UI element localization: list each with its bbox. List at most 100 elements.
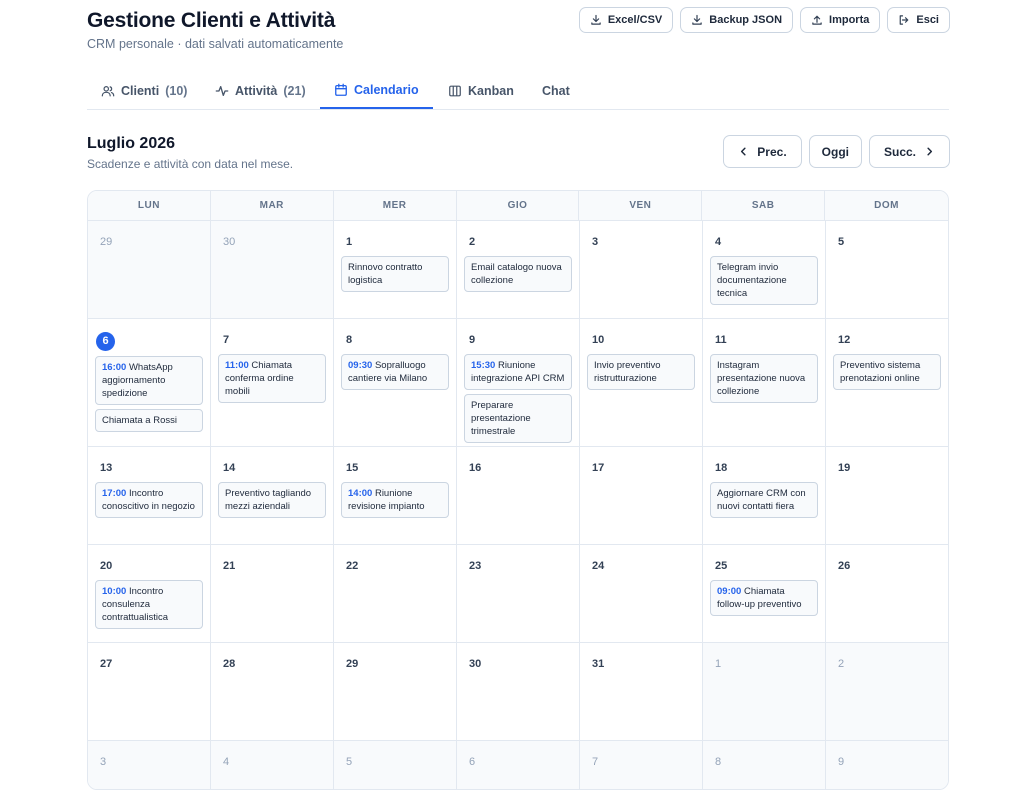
event-time: 16:00 (102, 361, 127, 373)
day-cell[interactable]: 26 (826, 544, 948, 642)
day-cell[interactable]: 22 (334, 544, 457, 642)
export-csv-button[interactable]: Excel/CSV (578, 7, 674, 33)
day-cell[interactable]: 1 Rinnovo contratto logistica (334, 220, 457, 318)
day-cell[interactable]: 7 11:00 Chiamata conferma ordine mobili (211, 318, 334, 446)
day-cell[interactable]: 2 (826, 642, 948, 740)
day-cell[interactable]: 19 (826, 446, 948, 544)
day-cell[interactable]: 9 15:30 Riunione integrazione API CRM Prep… (457, 318, 580, 446)
day-cell[interactable]: 4 Telegram invio documentazione tecnica (703, 220, 826, 318)
calendar-event[interactable]: Instagram presentazione nuova collezione (710, 354, 818, 403)
calendar-event[interactable]: Aggiornare CRM con nuovi contatti fiera (710, 482, 818, 518)
day-number: 4 (715, 236, 722, 248)
calendar-event[interactable]: 16:00 WhatsApp aggiornamento spedizione (95, 355, 203, 405)
prev-month-button[interactable]: Prec. (723, 135, 802, 168)
calendar-event[interactable]: 09:30 Sopralluogo cantiere via Milano (341, 354, 449, 390)
logout-button[interactable]: Esci (887, 7, 950, 33)
day-number: 13 (100, 462, 113, 474)
day-cell[interactable]: 8 09:30 Sopralluogo cantiere via Milano (334, 318, 457, 446)
day-number: 31 (592, 658, 605, 670)
day-cell[interactable]: 5 (826, 220, 948, 318)
day-cell[interactable]: 31 (580, 642, 703, 740)
day-cell[interactable]: 8 (703, 740, 826, 789)
day-cell[interactable]: 10 Invio preventivo ristrutturazione (580, 318, 703, 446)
import-button[interactable]: Importa (800, 7, 881, 33)
day-cell[interactable]: 21 (211, 544, 334, 642)
day-cell[interactable]: 27 (88, 642, 211, 740)
chevron-right-icon (927, 147, 933, 156)
today-button[interactable]: Oggi (808, 135, 862, 168)
calendar-event[interactable]: Preventivo tagliando mezzi aziendali (218, 482, 326, 518)
day-cell[interactable]: 14 Preventivo tagliando mezzi aziendali (211, 446, 334, 544)
day-cell[interactable]: 6 16:00 WhatsApp aggiornamento spedizione… (88, 318, 211, 446)
export-csv-label: Excel/CSV (607, 14, 663, 26)
day-cell[interactable]: 16 (457, 446, 580, 544)
day-cell[interactable]: 2 Email catalogo nuova collezione (457, 220, 580, 318)
event-time: 14:00 (348, 488, 373, 499)
calendar-event[interactable]: 15:30 Riunione integrazione API CRM (464, 354, 572, 390)
calendar-event[interactable]: Email catalogo nuova collezione (464, 256, 572, 292)
day-cell[interactable]: 30 (211, 220, 334, 318)
tab-chat[interactable]: Chat (542, 72, 570, 109)
activity-icon (215, 85, 229, 96)
day-cell[interactable]: 3 (580, 220, 703, 318)
day-number: 14 (223, 462, 236, 474)
weekday-mer: MER (334, 191, 457, 220)
tab-attivita[interactable]: Attività (21) (215, 72, 306, 109)
tab-attivita-label: Attività (235, 83, 278, 98)
day-number: 9 (838, 756, 845, 768)
day-number: 15 (346, 462, 359, 474)
day-cell[interactable]: 12 Preventivo sistema prenotazioni online (826, 318, 948, 446)
day-cell[interactable]: 29 (88, 220, 211, 318)
logout-icon (900, 15, 909, 25)
calendar-event[interactable]: Invio preventivo ristrutturazione (587, 354, 695, 390)
day-number: 1 (346, 236, 353, 248)
calendar-event[interactable]: Chiamata a Rossi (95, 408, 203, 432)
day-cell[interactable]: 3 (88, 740, 211, 789)
month-calendar: LUN MAR MER GIO VEN SAB DOM 29 30 1 Rinnovo contr… (87, 190, 949, 790)
day-cell[interactable]: 7 (580, 740, 703, 789)
calendar-event[interactable]: Telegram invio documentazione tecnica (710, 256, 818, 305)
day-cell[interactable]: 20 10:00 Incontro consulenza contrattuali… (88, 544, 211, 642)
day-cell[interactable]: 15 14:00 Riunione revisione impianto (334, 446, 457, 544)
day-number: 12 (838, 334, 851, 346)
day-cell[interactable]: 13 17:00 Incontro conoscitivo in negozio (88, 446, 211, 544)
day-cell[interactable]: 28 (211, 642, 334, 740)
day-cell[interactable]: 23 (457, 544, 580, 642)
day-cell[interactable]: 11 Instagram presentazione nuova collezio… (703, 318, 826, 446)
calendar-event[interactable]: 10:00 Incontro consulenza contrattualist… (95, 580, 203, 629)
main-tabs: Clienti (10) Attività (21) Calendario Ka… (87, 72, 949, 110)
day-cell[interactable]: 5 (334, 740, 457, 789)
calendar-event[interactable]: 11:00 Chiamata conferma ordine mobili (218, 354, 326, 403)
today-label: Oggi (821, 144, 849, 159)
day-cell[interactable]: 30 (457, 642, 580, 740)
calendar-event[interactable]: Preparare presentazione trimestrale (464, 394, 572, 443)
calendar-event[interactable]: 09:00 Chiamata follow-up preventivo (710, 580, 818, 616)
day-number: 22 (346, 560, 359, 572)
day-cell[interactable]: 6 (457, 740, 580, 789)
users-icon (101, 85, 115, 96)
calendar-event[interactable]: Preventivo sistema prenotazioni online (833, 354, 941, 390)
day-cell[interactable]: 24 (580, 544, 703, 642)
day-cell[interactable]: 25 09:00 Chiamata follow-up preventivo (703, 544, 826, 642)
day-cell[interactable]: 17 (580, 446, 703, 544)
backup-json-button[interactable]: Backup JSON (680, 7, 794, 33)
tab-clienti[interactable]: Clienti (10) (101, 72, 187, 109)
calendar-event[interactable]: 14:00 Riunione revisione impianto (341, 482, 449, 518)
calendar-event[interactable]: Rinnovo contratto logistica (341, 256, 449, 292)
tab-attivita-count: (21) (283, 83, 306, 98)
day-number: 9 (469, 334, 476, 346)
next-month-button[interactable]: Succ. (868, 135, 950, 168)
tab-kanban[interactable]: Kanban (448, 72, 514, 109)
day-number: 6 (469, 756, 476, 768)
day-cell[interactable]: 9 (826, 740, 948, 789)
day-number: 25 (715, 560, 728, 572)
calendar-event[interactable]: 17:00 Incontro conoscitivo in negozio (95, 482, 203, 518)
day-cell[interactable]: 4 (211, 740, 334, 789)
day-cell[interactable]: 18 Aggiornare CRM con nuovi contatti fier… (703, 446, 826, 544)
tab-calendario[interactable]: Calendario (320, 72, 433, 109)
today-day-number: 6 (96, 331, 115, 351)
event-title: Telegram invio documentazione tecnica (717, 262, 787, 299)
day-number: 8 (346, 334, 353, 346)
day-cell[interactable]: 1 (703, 642, 826, 740)
day-cell[interactable]: 29 (334, 642, 457, 740)
